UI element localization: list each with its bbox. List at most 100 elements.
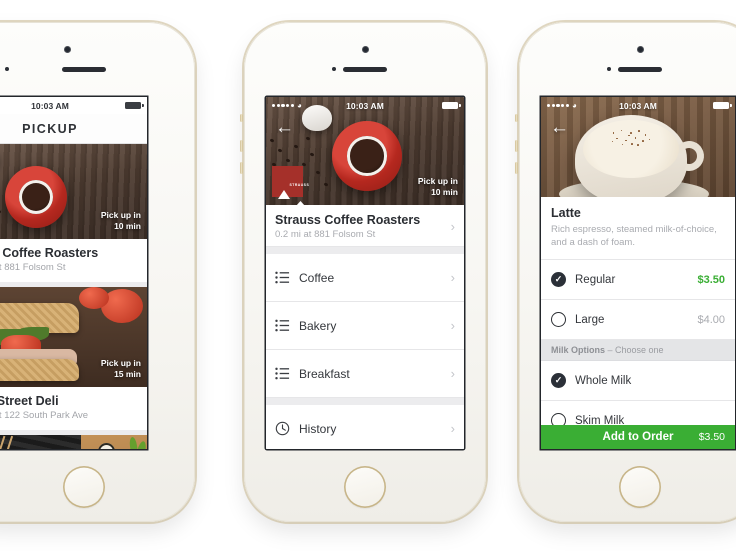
option-large[interactable]: Large $4.00 [541, 300, 735, 340]
front-camera-icon [637, 46, 644, 53]
radio-unselected-icon [551, 312, 566, 327]
store-photo-coffee: Pick up in 10 min STRAUSS [0, 144, 147, 239]
store-info: Barton Street Deli 0.3 miles at 122 Sout… [0, 387, 147, 430]
earpiece-speaker [61, 67, 106, 72]
milk-options-header: Milk Options – Choose one [541, 340, 735, 361]
store-header-row[interactable]: Strauss Coffee Roasters 0.2 mi at 881 Fo… [266, 205, 464, 247]
chevron-right-icon: › [450, 270, 455, 285]
option-label: Regular [575, 273, 616, 286]
pickup-eta: Pick up in 10 min [100, 210, 141, 231]
option-label: Whole Milk [575, 374, 632, 387]
back-arrow-icon[interactable]: ← [275, 118, 294, 137]
home-button[interactable] [62, 466, 105, 508]
menu-item-coffee[interactable]: Coffee › [266, 254, 464, 302]
add-to-order-label: Add to Order [602, 431, 674, 443]
item-description-block: Latte Rich espresso, steamed milk-of-cho… [541, 197, 735, 260]
volume-up-button[interactable] [240, 140, 243, 152]
add-to-order-button[interactable]: Add to Order $3.50 [541, 425, 735, 449]
proximity-sensor-icon [5, 67, 9, 71]
phone-3-body: ◕ 10:03 AM ← Latte Rich espresso, steame… [515, 22, 736, 522]
store-hero-photo: ◕ 10:03 AM ← Pick up in 10 min STRAUSS [266, 97, 464, 205]
pickup-eta: Pick up in 15 min [100, 358, 141, 379]
milk-options-title: Milk Options [551, 345, 605, 355]
checkmark-icon: ✓ [551, 272, 566, 287]
page-title: PICKUP [22, 121, 78, 136]
list-icon [275, 367, 290, 380]
volume-down-button[interactable] [515, 162, 518, 174]
menu-item-label: Bakery [299, 318, 337, 333]
volume-up-button[interactable] [515, 140, 518, 152]
pickup-feed[interactable]: Pick up in 10 min STRAUSS [0, 144, 147, 449]
phone-3-status-bar: ◕ 10:03 AM [541, 97, 735, 114]
back-arrow-icon[interactable]: ← [550, 118, 569, 137]
home-button[interactable] [344, 466, 386, 508]
volume-down-button[interactable] [240, 162, 243, 174]
home-button[interactable] [619, 466, 661, 508]
store-menu-list: Strauss Coffee Roasters 0.2 mi at 881 Fo… [266, 205, 464, 449]
clock-icon [275, 421, 290, 436]
menu-item-breakfast[interactable]: Breakfast › [266, 350, 464, 398]
phone-1-body: ◕ 10:03 AM PICKUP [0, 22, 195, 522]
battery-full-icon [442, 101, 461, 110]
mute-switch[interactable] [240, 114, 243, 122]
phone-1-pickup-feed: ◕ 10:03 AM PICKUP [0, 19, 198, 525]
earpiece-speaker [343, 67, 387, 72]
add-to-order-price: $3.50 [698, 431, 725, 443]
phone-1-status-bar: ◕ 10:03 AM [0, 97, 147, 114]
list-icon [275, 271, 290, 284]
store-name: Strauss Coffee Roasters [0, 246, 99, 260]
phone-3-item-detail: ◕ 10:03 AM ← Latte Rich espresso, steame… [515, 19, 736, 525]
store-address: 0.3 miles at 122 South Park Ave [0, 410, 89, 421]
option-price: $4.00 [697, 313, 725, 326]
store-name: Strauss Coffee Roasters [275, 213, 421, 227]
chevron-right-icon: › [450, 219, 455, 234]
phone-1-navbar: PICKUP [0, 114, 147, 144]
checkmark-icon: ✓ [551, 373, 566, 388]
menu-item-bakery[interactable]: Bakery › [266, 302, 464, 350]
battery-full-icon [125, 101, 144, 110]
phone-3-screen: ◕ 10:03 AM ← Latte Rich espresso, steame… [541, 97, 735, 449]
phone-2-screen: ◕ 10:03 AM ← Pick up in 10 min STRAUSS S… [266, 97, 464, 449]
list-item[interactable]: Pick up in 10 min STRAUSS [0, 144, 147, 282]
chevron-right-icon: › [450, 421, 455, 436]
proximity-sensor-icon [607, 67, 611, 71]
store-info: Strauss Coffee Roasters 0.2 miles at 881… [0, 239, 147, 282]
store-name: Barton Street Deli [0, 394, 59, 408]
mute-switch[interactable] [515, 114, 518, 122]
menu-item-history[interactable]: History › [266, 405, 464, 449]
strauss-logo-badge: STRAUSS [272, 166, 309, 199]
store-photo-sushi [0, 435, 147, 449]
chevron-right-icon: › [450, 318, 455, 333]
menu-item-label: History [299, 421, 337, 436]
menu-item-label: Breakfast [299, 366, 350, 381]
proximity-sensor-icon [332, 67, 336, 71]
list-icon [275, 319, 290, 332]
earpiece-speaker [618, 67, 662, 72]
section-divider [266, 398, 464, 405]
store-address: 0.2 miles at 881 Folsom St [0, 262, 66, 273]
status-time: 10:03 AM [619, 100, 657, 111]
option-regular[interactable]: ✓ Regular $3.50 [541, 260, 735, 300]
item-title: Latte [551, 206, 581, 220]
milk-options-hint: – Choose one [607, 345, 664, 355]
section-divider [266, 247, 464, 254]
option-whole-milk[interactable]: ✓ Whole Milk [541, 361, 735, 401]
list-item[interactable]: Pick up in 15 min BARTONDELI Barton Stre… [0, 287, 147, 430]
list-item[interactable] [0, 435, 147, 449]
phone-2-status-bar: ◕ 10:03 AM [266, 97, 464, 114]
three-phone-mockup-scene: ◕ 10:03 AM PICKUP [0, 0, 736, 552]
front-camera-icon [362, 46, 369, 53]
item-hero-photo: ◕ 10:03 AM ← [541, 97, 735, 197]
option-price: $3.50 [697, 273, 725, 286]
menu-item-label: Coffee [299, 270, 335, 285]
store-address: 0.2 mi at 881 Folsom St [275, 229, 376, 240]
pickup-eta: Pick up in 10 min [417, 176, 458, 197]
store-photo-sandwich: Pick up in 15 min BARTONDELI [0, 287, 147, 387]
phone-2-store-menu: ◕ 10:03 AM ← Pick up in 10 min STRAUSS S… [240, 19, 489, 525]
chevron-right-icon: › [450, 366, 455, 381]
phone-1-screen: ◕ 10:03 AM PICKUP [0, 97, 147, 449]
item-description: Rich espresso, steamed milk-of-choice, a… [551, 224, 717, 248]
phone-2-body: ◕ 10:03 AM ← Pick up in 10 min STRAUSS S… [240, 22, 486, 522]
status-time: 10:03 AM [346, 100, 384, 111]
option-label: Large [575, 313, 605, 326]
